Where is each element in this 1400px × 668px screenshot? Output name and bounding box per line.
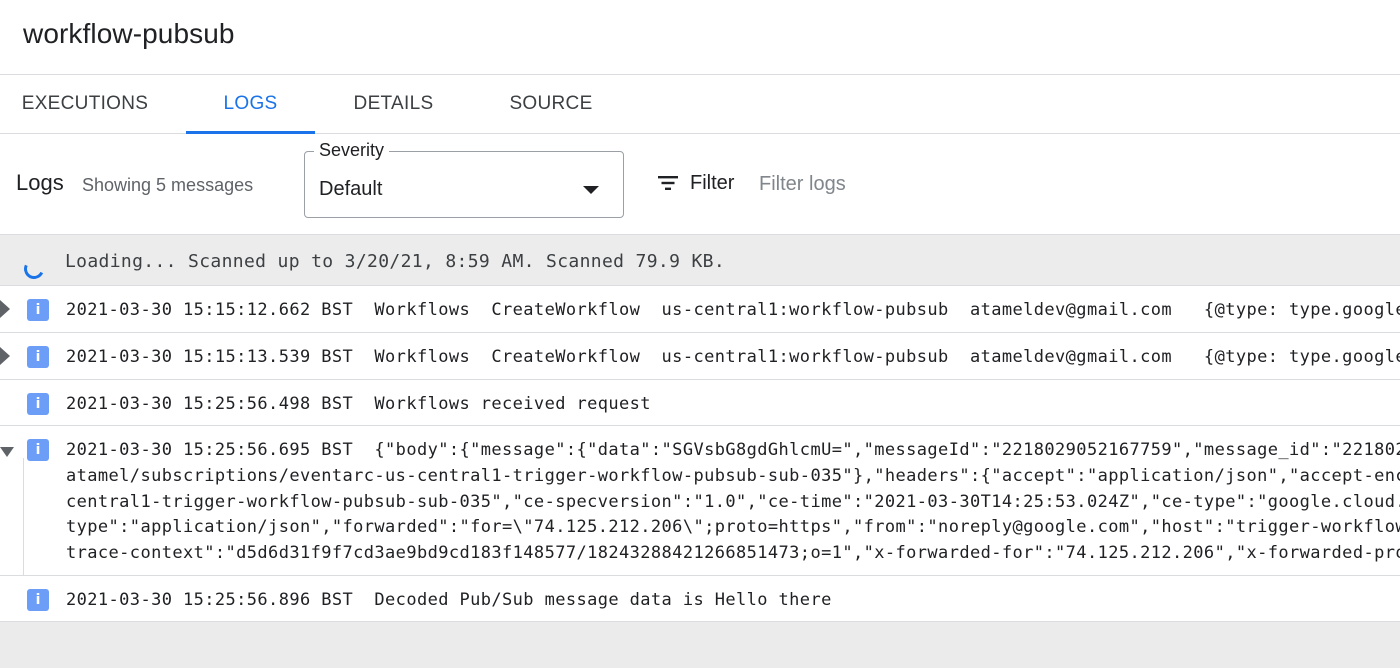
log-entry[interactable]: i 2021-03-30 15:25:56.896 BST Decoded Pu… (0, 575, 1400, 621)
log-entry[interactable]: i 2021-03-30 15:15:12.662 BST Workflows … (0, 285, 1400, 332)
log-payload-line: atamel/subscriptions/eventarc-us-central… (66, 466, 1400, 486)
header: workflow-pubsub (0, 0, 1400, 75)
log-payload-line: type":"application/json","forwarded":"fo… (66, 517, 1400, 537)
logs-heading: Logs (16, 170, 64, 195)
log-list-footer (0, 621, 1400, 668)
logs-toolbar: Logs Showing 5 messages Severity Default… (0, 134, 1400, 234)
filter-logs-input[interactable] (759, 170, 1159, 198)
expand-arrow-icon[interactable] (0, 347, 10, 365)
filter-label: Filter (690, 171, 735, 194)
log-entry-summary: 2021-03-30 15:15:12.662 BST Workflows Cr… (66, 300, 1400, 320)
collapse-arrow-icon[interactable] (0, 447, 14, 457)
tab-logs[interactable]: LOGS (186, 75, 315, 134)
tab-bar: EXECUTIONS LOGS DETAILS SOURCE (0, 75, 1400, 134)
tab-executions[interactable]: EXECUTIONS (0, 75, 170, 133)
expanded-gutter (0, 458, 24, 575)
severity-label: Severity (314, 140, 390, 161)
filter-icon (658, 176, 678, 190)
log-entry-expanded[interactable]: i 2021-03-30 15:25:56.695 BST {"body":{"… (0, 425, 1400, 575)
logs-message-count: Showing 5 messages (82, 175, 254, 195)
loading-status-text: Loading... Scanned up to 3/20/21, 8:59 A… (65, 251, 726, 272)
info-severity-icon: i (27, 393, 49, 415)
log-payload-line: central1-trigger-workflow-pubsub-sub-035… (66, 492, 1400, 512)
log-entry[interactable]: i 2021-03-30 15:25:56.498 BST Workflows … (0, 379, 1400, 425)
severity-value: Default (319, 178, 383, 200)
filter-button[interactable]: Filter (656, 168, 734, 198)
log-payload-line: trace-context":"d5d6d31f9f7cd3ae9bd9cd18… (66, 543, 1400, 563)
tab-details[interactable]: DETAILS (333, 75, 454, 133)
log-entry-summary: 2021-03-30 15:25:56.896 BST Decoded Pub/… (66, 590, 832, 610)
page-title: workflow-pubsub (23, 18, 235, 49)
log-entry-summary: 2021-03-30 15:15:13.539 BST Workflows Cr… (66, 347, 1400, 367)
log-list: Loading... Scanned up to 3/20/21, 8:59 A… (0, 234, 1400, 668)
loading-status-row: Loading... Scanned up to 3/20/21, 8:59 A… (0, 234, 1400, 285)
dropdown-arrow-icon (583, 186, 599, 194)
expand-arrow-icon[interactable] (0, 300, 10, 318)
loading-spinner-icon (21, 256, 47, 282)
log-entry-summary: 2021-03-30 15:25:56.498 BST Workflows re… (66, 394, 651, 414)
info-severity-icon: i (27, 589, 49, 611)
tab-source[interactable]: SOURCE (491, 75, 611, 133)
info-severity-icon: i (27, 299, 49, 321)
severity-select[interactable]: Severity Default (304, 140, 624, 218)
info-severity-icon: i (27, 346, 49, 368)
log-entry[interactable]: i 2021-03-30 15:15:13.539 BST Workflows … (0, 332, 1400, 379)
info-severity-icon: i (27, 439, 49, 461)
log-entry-summary: 2021-03-30 15:25:56.695 BST {"body":{"me… (66, 440, 1400, 460)
